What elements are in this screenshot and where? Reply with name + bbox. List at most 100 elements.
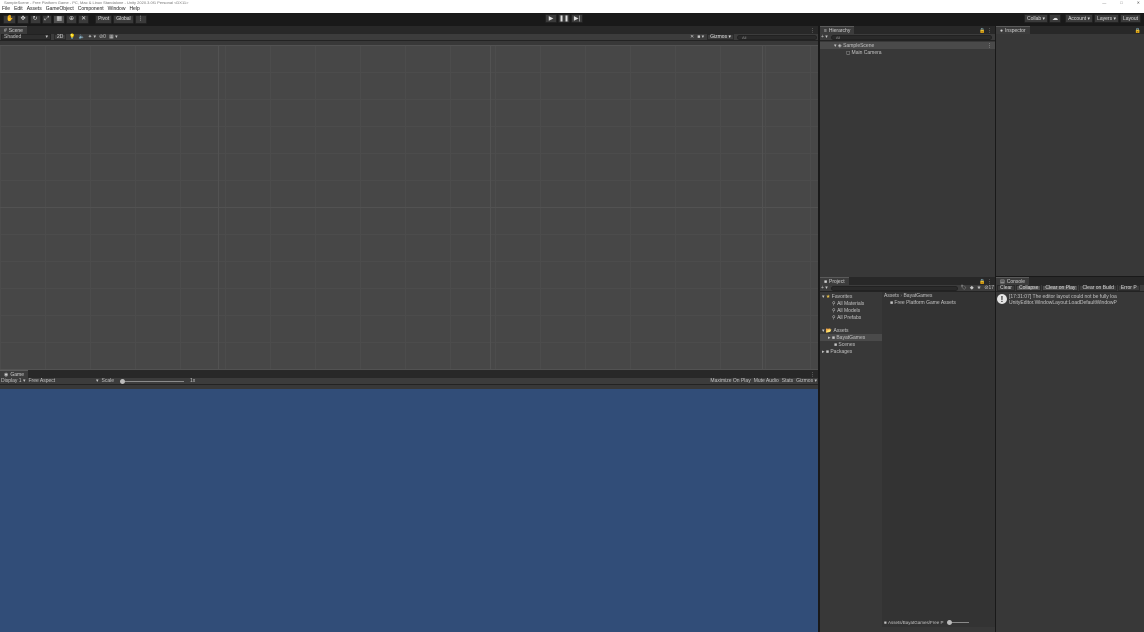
scene-viewport[interactable] (0, 45, 818, 370)
folder-scenes[interactable]: ■ Scenes (820, 341, 882, 348)
scene-search-input[interactable]: All (737, 34, 817, 40)
folder-icon: ■ (824, 278, 828, 285)
scene-icon: # (4, 27, 7, 34)
console-error-pause-button[interactable]: Error P (1117, 285, 1140, 291)
project-toolbar: + ▾ 🏷 ◆ ★ ⊘17 (820, 285, 995, 292)
game-tabbar: ◉ Game ⋮ (0, 370, 818, 378)
collab-button[interactable]: Collab ▾ (1023, 14, 1049, 23)
snap-button[interactable]: ⋮ (134, 14, 147, 24)
console-log-entry[interactable]: ! [17:31:07] The editor layout could not… (996, 292, 1144, 308)
play-icon: ▶ (548, 15, 554, 22)
transform-tool-button[interactable]: ⊕ (66, 14, 78, 24)
tab-game[interactable]: ◉ Game (0, 370, 28, 378)
step-button[interactable]: ▶| (571, 14, 583, 23)
grid-snap-icon: ⋮ (137, 16, 144, 22)
filter-type-icon[interactable]: 🏷 (961, 285, 967, 291)
packages-row[interactable]: ▸ ■ Packages (820, 348, 882, 355)
menu-component[interactable]: Component (76, 5, 106, 13)
lock-kebab-icon[interactable]: 🔒 ⋮ (979, 28, 995, 34)
tab-scene[interactable]: # Scene (0, 26, 27, 34)
scene-gizmos-button[interactable]: Gizmos ▾ (707, 34, 734, 40)
console-collapse-button[interactable]: Collapse (1015, 285, 1042, 291)
footer-path: Assets/BayatGames/Free P (887, 620, 944, 625)
breadcrumb-bayatgames[interactable]: BayatGames (903, 293, 932, 299)
rotate-tool-button[interactable]: ↻ (29, 14, 41, 24)
account-button[interactable]: Account ▾ (1065, 14, 1094, 23)
favorite-all-prefabs[interactable]: ⚲ All Prefabs (820, 314, 882, 321)
grid-icon[interactable]: ▦ ▾ (109, 34, 118, 40)
icon-size-slider[interactable] (946, 620, 969, 625)
tab-inspector[interactable]: ● Inspector (996, 26, 1030, 34)
folder-bayatgames[interactable]: ▸ ■ BayatGames (820, 334, 882, 341)
hierarchy-item-main-camera[interactable]: ◻ Main Camera (820, 49, 995, 56)
filter-label-icon[interactable]: ◆ (970, 285, 974, 291)
pause-button[interactable]: ❚❚ (558, 14, 570, 23)
shading-dropdown[interactable]: Shaded ▾ (1, 34, 51, 40)
hierarchy-toolbar: + ▾ All (820, 34, 995, 41)
folder-free-platform-game-assets[interactable]: ■ Free Platform Game Assets (882, 299, 995, 306)
console-clear-button[interactable]: Clear (997, 285, 1015, 291)
mode-2d-button[interactable]: 2D (54, 34, 67, 40)
scale-slider[interactable] (120, 378, 184, 384)
play-button[interactable]: ▶ (545, 14, 557, 23)
layout-button[interactable]: Layout (1119, 14, 1141, 23)
menu-help[interactable]: Help (127, 5, 141, 13)
mute-audio-button[interactable]: Mute Audio (754, 378, 779, 384)
tools-toggle-icon[interactable]: ✕ (690, 34, 694, 40)
transform-icon: ⊕ (69, 16, 75, 22)
global-button[interactable]: Global (113, 14, 134, 24)
game-toolbar: Display 1 ▾ Free Aspect ▾ Scale 1x Maximi… (0, 378, 818, 385)
scene-tabbar: # Scene ⋮ (0, 26, 818, 34)
tab-hierarchy[interactable]: ≡ Hierarchy (820, 26, 855, 34)
assets-row[interactable]: ▾ 📂 Assets (820, 327, 882, 334)
console-clear-on-build-button[interactable]: Clear on Build (1079, 285, 1117, 291)
menu-assets[interactable]: Assets (25, 5, 44, 13)
breadcrumb-assets[interactable]: Assets (884, 293, 899, 299)
kebab-icon[interactable]: ⋮ (810, 28, 818, 34)
menu-gameobject[interactable]: GameObject (44, 5, 76, 13)
pause-icon: ❚❚ (558, 15, 570, 22)
project-search-input[interactable] (830, 285, 958, 291)
favorite-all-materials[interactable]: ⚲ All Materials (820, 300, 882, 307)
tab-console[interactable]: ▤ Console (996, 277, 1030, 285)
lighting-icon[interactable]: 💡 (69, 34, 75, 40)
display-dropdown[interactable]: Display 1 ▾ (1, 378, 25, 384)
folder-open-icon: 📂 (825, 327, 834, 334)
favorites-row[interactable]: ▾ ★ Favorites (820, 293, 882, 300)
favorite-all-models[interactable]: ⚲ All Models (820, 307, 882, 314)
add-icon[interactable]: + ▾ (821, 34, 828, 40)
scale-tool-button[interactable]: ⤢ (41, 14, 53, 24)
custom-tool-button[interactable]: ✕ (78, 14, 90, 24)
scale-slider-knob[interactable] (120, 378, 125, 384)
game-viewport[interactable] (0, 389, 818, 632)
scene-kebab-icon[interactable]: ⋮ (987, 43, 995, 49)
tab-project[interactable]: ■ Project (820, 277, 849, 285)
project-panel: ■ Project 🔒 ⋮ + ▾ 🏷 ◆ ★ ⊘17 ▾ ★ Favorites… (820, 277, 995, 632)
camera-icon[interactable]: ■ ▾ (697, 34, 704, 40)
hidden-objects-icon[interactable]: ⊘0 (99, 34, 106, 40)
move-tool-button[interactable]: ✥ (17, 14, 29, 24)
aspect-dropdown[interactable]: Free Aspect ▾ (28, 378, 98, 384)
game-gizmos-button[interactable]: Gizmos ▾ (796, 378, 817, 384)
menu-file[interactable]: File (0, 5, 12, 13)
log-stacktrace: UnityEditor.WindowLayout:LoadDefaultWind… (1009, 300, 1117, 306)
star-filter-icon[interactable]: ★ (977, 285, 981, 291)
create-icon[interactable]: + ▾ (821, 285, 828, 291)
hand-tool-button[interactable]: ✋ (3, 14, 17, 24)
effects-icon[interactable]: ✦ ▾ (88, 34, 96, 40)
icon-size-knob[interactable] (946, 620, 952, 625)
stats-button[interactable]: Stats (782, 378, 793, 384)
console-clear-on-play-button[interactable]: Clear on Play (1042, 285, 1079, 291)
collab-label: Collab (1026, 15, 1042, 22)
maximize-on-play-button[interactable]: Maximize On Play (710, 378, 750, 384)
menu-window[interactable]: Window (106, 5, 128, 13)
audio-icon[interactable]: 🔈 (79, 34, 85, 40)
hierarchy-scene-row[interactable]: ▾ ◈ SampleScene ⋮ (820, 42, 995, 49)
pivot-button[interactable]: Pivot (95, 14, 113, 24)
lock-icon[interactable]: 🔒 (1135, 28, 1144, 34)
menu-edit[interactable]: Edit (12, 5, 25, 13)
layers-button[interactable]: Layers ▾ (1094, 14, 1119, 23)
hierarchy-search-input[interactable]: All (830, 34, 992, 40)
rect-tool-button[interactable]: ▦ (53, 14, 66, 24)
cloud-button[interactable]: ☁ (1049, 14, 1062, 23)
